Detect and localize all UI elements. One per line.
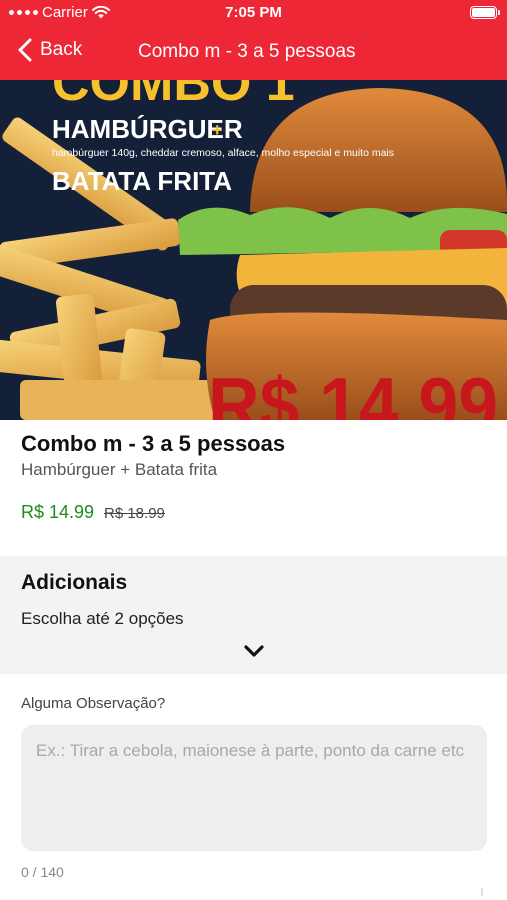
product-old-price: R$ 18.99 xyxy=(104,505,165,522)
banner-plus: + xyxy=(212,120,223,140)
addons-section[interactable]: Adicionais Escolha até 2 opções xyxy=(0,556,507,674)
observation-label: Alguma Observação? xyxy=(21,695,166,712)
status-bar: Carrier 7:05 PM xyxy=(0,0,507,26)
page-title: Combo m - 3 a 5 pessoas xyxy=(138,41,356,62)
banner-price: R$ 14,99 xyxy=(208,361,498,420)
scroll-indicator xyxy=(481,888,483,896)
app-header: Carrier 7:05 PM Back Combo m - 3 a 5 pes… xyxy=(0,0,507,80)
banner-ingredients: hambúrguer 140g, cheddar cremoso, alface… xyxy=(52,147,394,159)
product-description: Hambúrguer + Batata frita xyxy=(21,460,218,479)
product-price: R$ 14.99 xyxy=(21,502,95,522)
addons-title: Adicionais xyxy=(21,571,128,594)
battery-icon xyxy=(470,6,500,19)
navigation-bar: Back Combo m - 3 a 5 pessoas xyxy=(0,26,507,80)
back-label: Back xyxy=(40,39,83,60)
product-info: Combo m - 3 a 5 pessoas Hambúrguer + Bat… xyxy=(0,420,507,556)
banner-batata-frita: BATATA FRITA xyxy=(52,166,232,196)
banner-heading: COMBO 1 xyxy=(52,80,295,112)
back-button[interactable]: Back xyxy=(18,38,82,62)
observation-input[interactable] xyxy=(21,725,487,851)
character-counter: 0 / 140 xyxy=(21,864,64,880)
chevron-down-icon[interactable] xyxy=(243,644,265,658)
product-name: Combo m - 3 a 5 pessoas xyxy=(21,431,286,456)
addons-subtitle: Escolha até 2 opções xyxy=(21,609,184,628)
chevron-left-icon xyxy=(18,38,32,62)
status-time: 7:05 PM xyxy=(225,4,282,21)
product-banner-image: COMBO 1 HAMBÚRGUER + hambúrguer 140g, ch… xyxy=(0,80,507,420)
